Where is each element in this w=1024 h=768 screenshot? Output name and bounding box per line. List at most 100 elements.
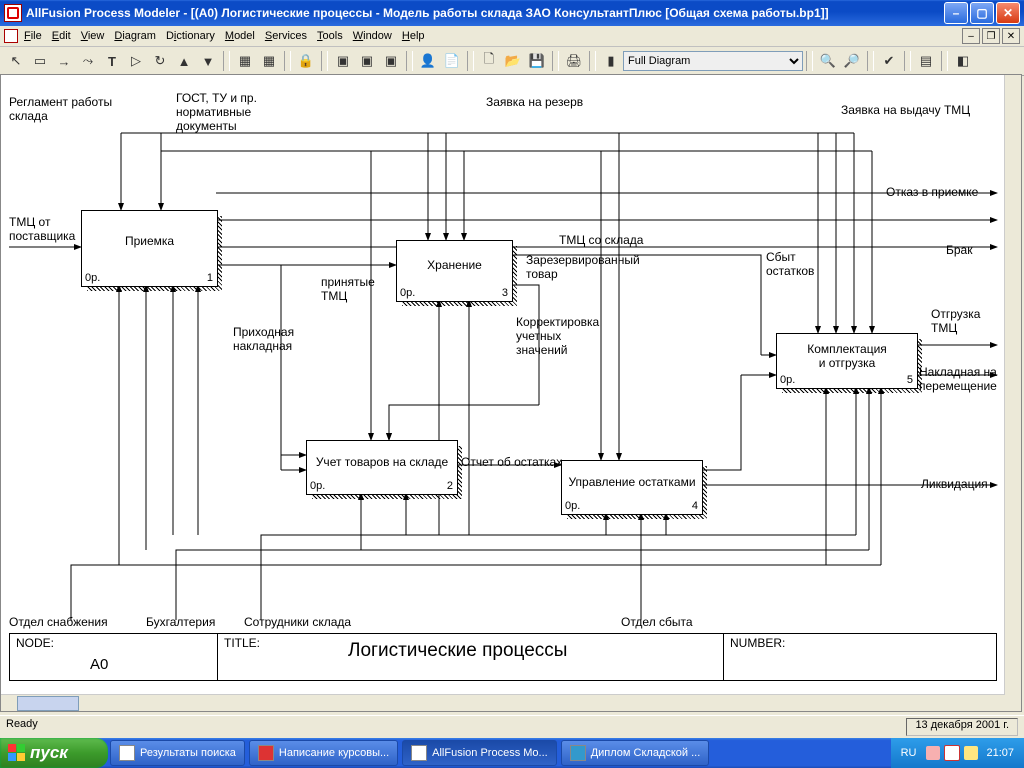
close-button[interactable]: ✕ xyxy=(996,2,1020,24)
task-results[interactable]: Результаты поиска xyxy=(110,740,245,766)
activity-title: Управление остатками xyxy=(562,475,702,489)
tool-group2[interactable]: ▦ xyxy=(258,50,280,72)
tool-zoomin[interactable]: 🔎 xyxy=(841,50,863,72)
menu-file[interactable]: File xyxy=(24,30,42,42)
tool-arrow[interactable]: → xyxy=(53,50,75,72)
menu-help[interactable]: Help xyxy=(402,30,425,42)
zoom-select[interactable]: Full Diagram xyxy=(623,51,803,71)
doc-icon xyxy=(4,29,18,43)
label-zayavka-vydacha: Заявка на выдачу ТМЦ xyxy=(841,103,970,117)
activity-number: 1 xyxy=(207,272,213,284)
tool-goto[interactable]: ▷ xyxy=(125,50,147,72)
activity-hranenie[interactable]: Хранение 0р. 3 xyxy=(396,240,513,302)
tool-report[interactable]: 📄 xyxy=(441,50,463,72)
status-bar: Ready 13 декабря 2001 г. xyxy=(0,715,1024,738)
label-tmc-sklad: ТМЦ со склада xyxy=(559,233,643,247)
tool-tree[interactable]: ▤ xyxy=(915,50,937,72)
app-icon xyxy=(411,745,427,761)
task-label: Результаты поиска xyxy=(140,747,236,759)
label-nakladnaya: Накладная на перемещение xyxy=(919,365,997,393)
tool-lock[interactable]: 🔒 xyxy=(295,50,317,72)
tool-obj3[interactable]: ▣ xyxy=(380,50,402,72)
tray-icon-1[interactable] xyxy=(926,746,940,760)
tool-down[interactable]: ▼ xyxy=(197,50,219,72)
tray-lang[interactable]: RU xyxy=(901,747,917,759)
diagram-canvas[interactable]: Приемка 0р. 1 Хранение 0р. 3 Учет товаро… xyxy=(1,75,1005,695)
tool-squiggle[interactable]: ⤳ xyxy=(77,50,99,72)
menu-diagram[interactable]: Diagram xyxy=(114,30,156,42)
activity-title: Приемка xyxy=(82,234,217,248)
tool-refresh[interactable]: ↻ xyxy=(149,50,171,72)
tray-clock[interactable]: 21:07 xyxy=(986,747,1014,759)
label-prinyatye: принятые ТМЦ xyxy=(321,275,375,303)
tool-text[interactable]: T xyxy=(101,50,123,72)
task-opera[interactable]: Написание курсовы... xyxy=(249,740,398,766)
tool-group1[interactable]: ▦ xyxy=(234,50,256,72)
label-prihodnaya: Приходная накладная xyxy=(233,325,294,353)
tool-print[interactable]: 🖨 xyxy=(563,50,585,72)
activity-number: 3 xyxy=(502,287,508,299)
minimize-button[interactable]: – xyxy=(944,2,968,24)
tool-person[interactable]: 👤 xyxy=(417,50,439,72)
footer-title-label: TITLE: xyxy=(224,636,260,650)
label-otgruzka: Отгрузка ТМЦ xyxy=(931,307,980,335)
mdi-close[interactable]: ✕ xyxy=(1002,28,1020,44)
diagram-footer: NODE: A0 TITLE: Логистические процессы N… xyxy=(9,633,997,681)
activity-cost: 0р. xyxy=(400,287,415,299)
menu-services[interactable]: Services xyxy=(265,30,307,42)
menu-edit[interactable]: Edit xyxy=(52,30,71,42)
tool-new[interactable]: 🗋 xyxy=(478,50,500,72)
menu-view[interactable]: View xyxy=(81,30,105,42)
toolbar: ↖ ▭ → ⤳ T ▷ ↻ ▲ ▼ ▦ ▦ 🔒 ▣ ▣ ▣ 👤 📄 🗋 📂 💾 … xyxy=(0,47,1024,76)
activity-title: Хранение xyxy=(397,258,512,272)
tray-icon-2[interactable] xyxy=(944,745,960,761)
system-tray[interactable]: RU 21:07 xyxy=(891,738,1024,768)
menu-tools[interactable]: Tools xyxy=(317,30,343,42)
start-button[interactable]: пуск xyxy=(0,738,108,768)
tray-icon-3[interactable] xyxy=(964,746,978,760)
task-allfusion[interactable]: AllFusion Process Mo... xyxy=(402,740,557,766)
titlebar: AllFusion Process Modeler - [(A0) Логист… xyxy=(0,0,1024,26)
tool-obj2[interactable]: ▣ xyxy=(356,50,378,72)
menu-dictionary[interactable]: Dictionary xyxy=(166,30,215,42)
label-otchet: Отчет об остатках xyxy=(461,455,562,469)
label-gost: ГОСТ, ТУ и пр. нормативные документы xyxy=(176,91,257,133)
tool-obj1[interactable]: ▣ xyxy=(332,50,354,72)
activity-priemka[interactable]: Приемка 0р. 1 xyxy=(81,210,218,287)
tool-activity[interactable]: ▭ xyxy=(29,50,51,72)
mdi-restore[interactable]: ❐ xyxy=(982,28,1000,44)
label-buhgalt: Бухгалтерия xyxy=(146,615,215,629)
tool-zoomout[interactable]: 🔍 xyxy=(817,50,839,72)
tool-pointer[interactable]: ↖ xyxy=(5,50,27,72)
activity-uchet[interactable]: Учет товаров на складе 0р. 2 xyxy=(306,440,458,495)
tool-open[interactable]: 📂 xyxy=(502,50,524,72)
opera-icon xyxy=(258,745,274,761)
activity-title: Комплектация и отгрузка xyxy=(777,342,917,370)
scrollbar-horizontal[interactable] xyxy=(1,694,1005,711)
scrollbar-vertical[interactable] xyxy=(1004,75,1021,695)
label-zarez: Зарезервированный товар xyxy=(526,253,640,281)
task-label: Написание курсовы... xyxy=(279,747,389,759)
tool-modelmart[interactable]: ◧ xyxy=(952,50,974,72)
mdi-minimize[interactable]: – xyxy=(962,28,980,44)
label-sbyt-ost: Сбыт остатков xyxy=(766,250,814,278)
maximize-button[interactable]: ▢ xyxy=(970,2,994,24)
activity-upravlenie[interactable]: Управление остатками 0р. 4 xyxy=(561,460,703,515)
activity-cost: 0р. xyxy=(565,500,580,512)
task-label: AllFusion Process Mo... xyxy=(432,747,548,759)
task-word[interactable]: Диплом Складской ... xyxy=(561,740,710,766)
menu-bar: File Edit View Diagram Dictionary Model … xyxy=(0,26,1024,47)
label-reglament: Регламент работы склада xyxy=(9,95,112,123)
activity-cost: 0р. xyxy=(85,272,100,284)
tool-flag[interactable]: ▮ xyxy=(600,50,622,72)
menu-model[interactable]: Model xyxy=(225,30,255,42)
tool-up[interactable]: ▲ xyxy=(173,50,195,72)
menu-window[interactable]: Window xyxy=(353,30,392,42)
label-sotrudniki: Сотрудники склада xyxy=(244,615,351,629)
tool-spell[interactable]: ✔ xyxy=(878,50,900,72)
status-date: 13 декабря 2001 г. xyxy=(906,718,1018,736)
activity-komplekt[interactable]: Комплектация и отгрузка 0р. 5 xyxy=(776,333,918,389)
status-ready: Ready xyxy=(6,718,38,736)
taskbar: пуск Результаты поиска Написание курсовы… xyxy=(0,738,1024,768)
tool-save[interactable]: 💾 xyxy=(526,50,548,72)
